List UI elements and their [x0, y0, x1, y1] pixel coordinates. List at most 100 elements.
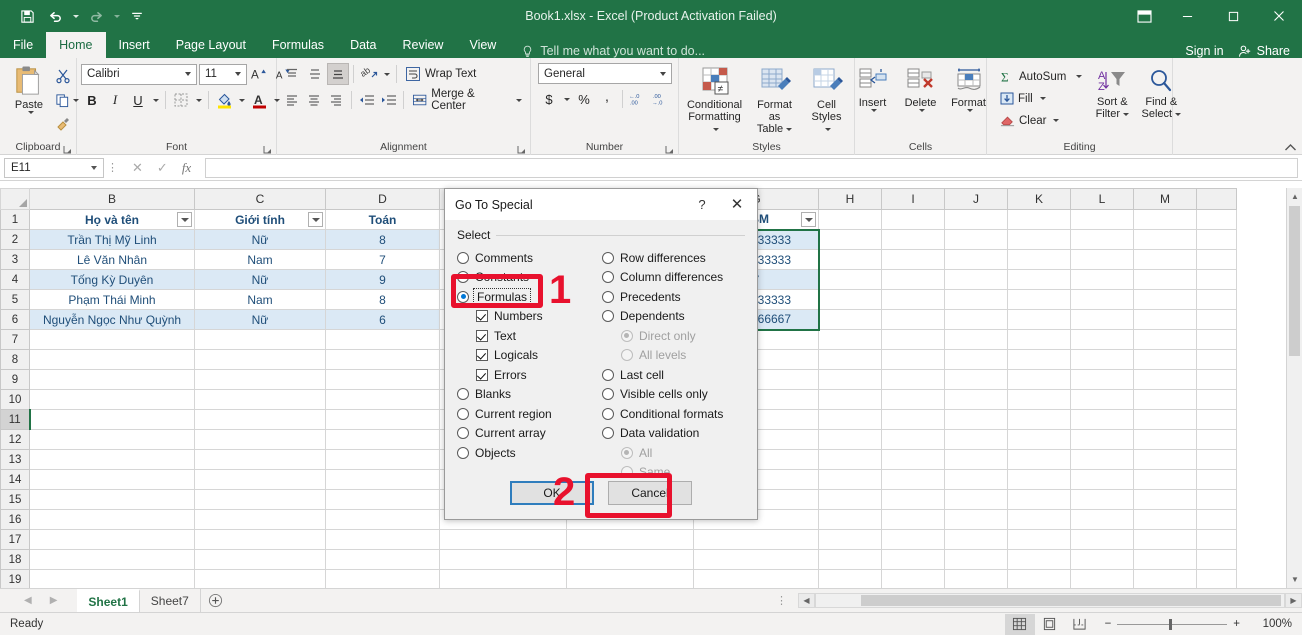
find-select-dropdown-icon[interactable]	[1175, 112, 1182, 116]
cell-K17[interactable]	[1007, 529, 1071, 550]
scroll-up-button[interactable]: ▲	[1287, 188, 1302, 205]
cell-D1[interactable]: Toán	[325, 209, 440, 230]
cell-B1[interactable]: Họ và tên	[29, 209, 195, 230]
dialog-help-button[interactable]: ?	[687, 197, 717, 212]
cell-B11[interactable]	[29, 409, 195, 430]
close-button[interactable]	[1256, 0, 1302, 32]
cell-F17[interactable]	[566, 529, 694, 550]
zoom-level[interactable]: 100%	[1250, 618, 1292, 630]
option-errors[interactable]: Errors	[457, 365, 602, 385]
cell-N15[interactable]	[1196, 489, 1237, 510]
format-painter-button[interactable]	[52, 113, 74, 135]
align-bottom-button[interactable]	[327, 63, 349, 85]
radio-last-cell-icon[interactable]	[601, 368, 614, 381]
cell-D17[interactable]	[325, 529, 440, 550]
cell-H3[interactable]	[818, 249, 882, 270]
cell-N10[interactable]	[1196, 389, 1237, 410]
cell-B2[interactable]: Trần Thị Mỹ Linh	[29, 229, 195, 250]
cell-L9[interactable]	[1070, 369, 1134, 390]
cell-C4[interactable]: Nữ	[194, 269, 326, 290]
cell-B12[interactable]	[29, 429, 195, 450]
row-header-9[interactable]: 9	[0, 369, 30, 390]
radio-comments-icon[interactable]	[457, 251, 469, 264]
cell-N8[interactable]	[1196, 349, 1237, 370]
cell-D18[interactable]	[325, 549, 440, 570]
cell-I14[interactable]	[881, 469, 945, 490]
alignment-dialog-launcher[interactable]	[517, 145, 526, 154]
cell-N17[interactable]	[1196, 529, 1237, 550]
row-header-18[interactable]: 18	[0, 549, 30, 570]
number-dialog-launcher[interactable]	[665, 145, 674, 154]
increase-font-size-button[interactable]: A	[249, 63, 271, 85]
orientation-button[interactable]: ab	[358, 63, 380, 85]
option-text[interactable]: Text	[457, 326, 602, 346]
row-header-5[interactable]: 5	[0, 289, 30, 310]
cell-B8[interactable]	[29, 349, 195, 370]
option-current-region[interactable]: Current region	[457, 404, 602, 424]
checkbox-logicals-icon[interactable]	[476, 349, 488, 362]
cell-K7[interactable]	[1007, 329, 1071, 350]
cell-J4[interactable]	[944, 269, 1008, 290]
font-size-combo[interactable]: 11	[199, 63, 247, 85]
redo-dropdown-icon[interactable]	[111, 5, 122, 27]
column-header-N[interactable]	[1196, 188, 1237, 210]
option-constants[interactable]: Constants	[457, 268, 602, 288]
cell-I16[interactable]	[881, 509, 945, 530]
cell-C17[interactable]	[194, 529, 326, 550]
save-icon[interactable]	[14, 5, 40, 27]
cell-C6[interactable]: Nữ	[194, 309, 326, 330]
hscroll-track[interactable]	[815, 593, 1285, 608]
cell-N19[interactable]	[1196, 569, 1237, 588]
option-column-differences[interactable]: Column differences	[601, 268, 745, 288]
cell-K14[interactable]	[1007, 469, 1071, 490]
cell-L6[interactable]	[1070, 309, 1134, 330]
cancel-icon[interactable]: ✕	[132, 160, 143, 176]
fill-color-button[interactable]	[213, 89, 235, 111]
sort-filter-button[interactable]: A Z Sort & Filter	[1089, 66, 1135, 122]
cell-L18[interactable]	[1070, 549, 1134, 570]
column-header-L[interactable]: L	[1070, 188, 1134, 210]
column-header-K[interactable]: K	[1007, 188, 1071, 210]
merge-center-dropdown-icon[interactable]	[516, 98, 522, 102]
fill-button[interactable]: Fill	[997, 88, 1085, 109]
cell-N7[interactable]	[1196, 329, 1237, 350]
redo-icon[interactable]	[83, 5, 109, 27]
cell-B18[interactable]	[29, 549, 195, 570]
cell-M6[interactable]	[1133, 309, 1197, 330]
fill-color-dropdown-icon[interactable]	[236, 89, 247, 111]
cell-C11[interactable]	[194, 409, 326, 430]
cell-K18[interactable]	[1007, 549, 1071, 570]
find-select-button[interactable]: Find & Select	[1137, 66, 1185, 122]
scroll-down-button[interactable]: ▼	[1287, 571, 1302, 588]
option-comments[interactable]: Comments	[457, 248, 602, 268]
cell-J11[interactable]	[944, 409, 1008, 430]
cell-M5[interactable]	[1133, 289, 1197, 310]
cell-D6[interactable]: 6	[325, 309, 440, 330]
row-header-10[interactable]: 10	[0, 389, 30, 410]
delete-cells-button[interactable]: Delete	[898, 65, 944, 114]
cell-K5[interactable]	[1007, 289, 1071, 310]
cell-C18[interactable]	[194, 549, 326, 570]
zoom-handle[interactable]	[1169, 618, 1173, 630]
row-header-2[interactable]: 2	[0, 229, 30, 250]
cell-N18[interactable]	[1196, 549, 1237, 570]
radio-blanks-icon[interactable]	[457, 388, 469, 401]
autosum-dropdown-icon[interactable]	[1076, 75, 1083, 78]
tab-view[interactable]: View	[456, 32, 509, 58]
cell-M1[interactable]	[1133, 209, 1197, 230]
tab-review[interactable]: Review	[389, 32, 456, 58]
row-header-4[interactable]: 4	[0, 269, 30, 290]
currency-dropdown-icon[interactable]	[561, 88, 572, 110]
cell-J9[interactable]	[944, 369, 1008, 390]
cell-B9[interactable]	[29, 369, 195, 390]
radio-column-differences-icon[interactable]	[601, 271, 614, 284]
checkbox-errors-icon[interactable]	[476, 368, 488, 381]
filter-button-C[interactable]	[308, 212, 323, 227]
cell-B7[interactable]	[29, 329, 195, 350]
cell-J12[interactable]	[944, 429, 1008, 450]
cell-C14[interactable]	[194, 469, 326, 490]
normal-view-button[interactable]	[1004, 613, 1035, 635]
cell-K15[interactable]	[1007, 489, 1071, 510]
cell-M8[interactable]	[1133, 349, 1197, 370]
formula-input[interactable]	[205, 157, 1298, 178]
